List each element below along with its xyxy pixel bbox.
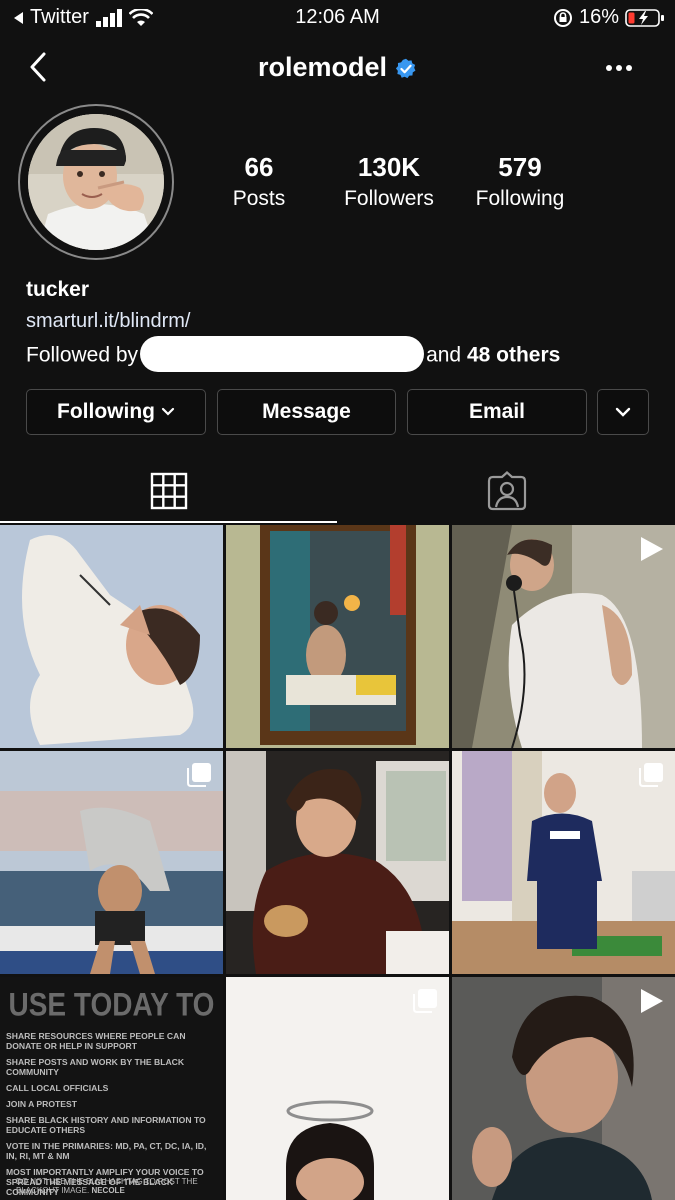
grid-icon [150, 472, 187, 510]
username-title: rolemodel [257, 52, 388, 82]
stat-followers[interactable]: 130K Followers [334, 152, 444, 211]
active-tab-indicator [0, 521, 337, 523]
stat-following-value: 579 [498, 152, 542, 182]
suggested-accounts-button[interactable] [597, 389, 649, 435]
post-thumbnail-5[interactable] [226, 751, 449, 974]
video-icon [641, 537, 663, 561]
stat-posts-value: 66 [244, 152, 274, 182]
email-button[interactable]: Email [407, 389, 587, 435]
status-bar-right: 16% [553, 6, 665, 29]
carousel-icon [187, 763, 211, 787]
post-thumbnail-6[interactable] [452, 751, 675, 974]
followed-by-others: 48 others [466, 343, 561, 367]
battery-charging-icon [625, 8, 664, 27]
following-button[interactable]: Following [26, 389, 206, 435]
redacted-mutual-followers [140, 336, 425, 372]
post-photo [0, 525, 223, 748]
profile-name: tucker [26, 278, 90, 301]
carousel-icon [413, 989, 437, 1013]
tab-tagged[interactable] [338, 460, 675, 522]
stat-posts[interactable]: 66 Posts [218, 152, 300, 211]
post-thumbnail-4[interactable] [0, 751, 223, 974]
stat-following-label: Following [475, 187, 565, 210]
poster-item: VOTE IN THE PRIMARIES: MD, PA, CT, DC, I… [6, 1141, 207, 1161]
message-button-label: Message [262, 400, 351, 423]
poster-item: SHARE BLACK HISTORY AND INFORMATION TO E… [6, 1115, 206, 1135]
post-thumbnail-3[interactable] [452, 525, 675, 748]
chevron-down-icon [615, 407, 631, 417]
poster-signature: NECOLE [91, 1186, 125, 1195]
avatar-photo [28, 114, 164, 250]
poster-item: SHARE RESOURCES WHERE PEOPLE CAN DONATE … [6, 1031, 186, 1051]
tagged-person-icon [487, 471, 526, 511]
poster-item: JOIN A PROTEST [6, 1099, 77, 1109]
post-thumbnail-8[interactable] [226, 977, 449, 1200]
orientation-lock-icon [553, 8, 572, 27]
avatar-ring[interactable] [18, 104, 174, 260]
more-options-icon[interactable] [599, 56, 639, 80]
stat-posts-label: Posts [232, 187, 286, 210]
stat-following[interactable]: 579 Following [466, 152, 574, 211]
poster-headline: USE TODAY TO [8, 986, 215, 1023]
followed-by-prefix: Followed by [26, 343, 139, 367]
post-thumbnail-1[interactable] [0, 525, 223, 748]
poster-footer: DO NOT USE THE BLM HASHTAG TO POST THE B… [16, 1177, 223, 1195]
post-photo [226, 751, 449, 974]
status-bar: Twitter 12:06 AM 16% [0, 0, 675, 34]
profile-header: rolemodel [0, 40, 675, 100]
avatar[interactable] [28, 114, 164, 250]
username-title-wrap: rolemodel [0, 52, 675, 83]
followed-by[interactable]: Followed by and 48 others [26, 336, 561, 372]
video-icon [641, 989, 663, 1013]
verified-badge-icon [395, 58, 416, 79]
poster-item: SHARE POSTS AND WORK BY THE BLACK COMMUN… [6, 1057, 185, 1077]
stat-followers-value: 130K [357, 152, 421, 182]
post-thumbnail-2[interactable] [226, 525, 449, 748]
followed-by-and: and [426, 343, 462, 367]
tab-grid[interactable] [0, 460, 337, 522]
bio-link[interactable]: smarturl.it/blindrm/ [26, 310, 190, 333]
post-thumbnail-7[interactable]: USE TODAY TO SHARE RESOURCES WHERE PEOPL… [0, 977, 223, 1200]
message-button[interactable]: Message [217, 389, 396, 435]
carousel-icon [639, 763, 663, 787]
email-button-label: Email [468, 400, 526, 423]
chevron-down-icon [161, 407, 175, 416]
post-thumbnail-9[interactable] [452, 977, 675, 1200]
stat-followers-label: Followers [344, 187, 434, 210]
post-photo [226, 525, 449, 748]
poster-item: CALL LOCAL OFFICIALS [6, 1083, 109, 1093]
following-button-label: Following [57, 400, 155, 423]
battery-percent: 16% [578, 6, 619, 28]
